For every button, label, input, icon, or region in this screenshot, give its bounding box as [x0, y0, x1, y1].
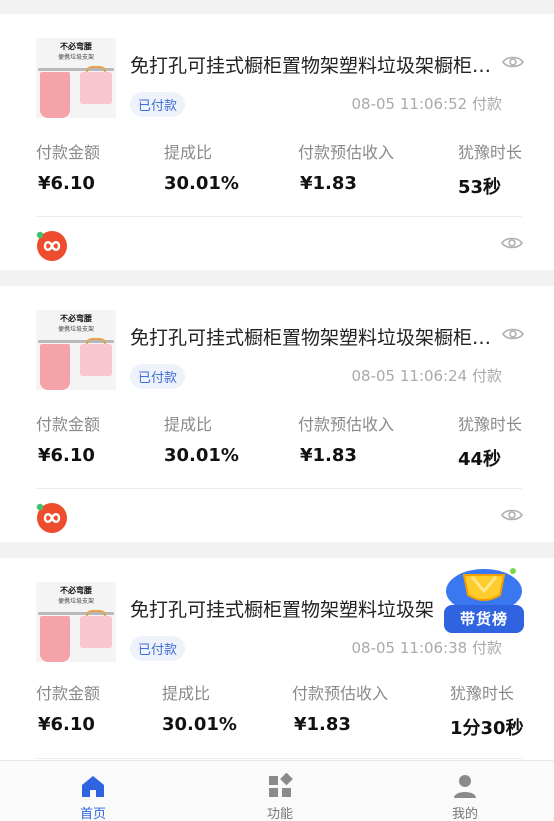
- product-title[interactable]: 免打孔可挂式橱柜置物架塑料垃圾架橱柜门挂式厨房垃圾袋支架: [130, 51, 498, 78]
- label-estimated-income: 付款预估收入: [298, 143, 395, 162]
- value-commission-rate: 30.01%: [162, 714, 237, 735]
- label-pay-amount: 付款金额: [36, 684, 101, 703]
- grid-icon: [269, 773, 293, 797]
- label-pay-amount: 付款金额: [36, 415, 101, 434]
- tab-mine-label: 我的: [451, 807, 478, 821]
- product-title[interactable]: 免打孔可挂式橱柜置物架塑料垃圾架: [130, 595, 470, 622]
- thumb-bag: [40, 344, 70, 390]
- top-strip: [0, 0, 554, 14]
- label-estimated-income: 付款预估收入: [298, 415, 395, 434]
- status-badge: 已付款: [130, 636, 186, 661]
- app-logo-icon[interactable]: [36, 230, 68, 262]
- label-pay-amount: 付款金额: [36, 143, 101, 162]
- trophy-icon: [446, 568, 522, 611]
- thumb-subcaption: 便携垃圾支架: [57, 54, 94, 61]
- label-hesitation-time: 犹豫时长: [458, 415, 523, 434]
- value-estimated-income: ¥1.83: [294, 714, 351, 735]
- value-pay-amount: ¥6.10: [38, 173, 95, 194]
- value-commission-rate: 30.01%: [164, 445, 239, 466]
- sales-ranking-floating-button[interactable]: 带货榜: [442, 561, 526, 639]
- divider: [36, 758, 522, 759]
- value-hesitation-time: 1分30秒: [450, 718, 524, 739]
- thumb-subcaption: 便携垃圾支架: [57, 326, 94, 333]
- divider: [36, 216, 522, 217]
- thumb-bag: [80, 72, 112, 104]
- value-hesitation-time: 53秒: [458, 177, 502, 198]
- product-thumbnail[interactable]: 不必弯腰 便携垃圾支架: [36, 310, 116, 390]
- label-hesitation-time: 犹豫时长: [450, 684, 515, 703]
- pay-time: 08-05 11:06:52 付款: [351, 95, 503, 113]
- thumb-bag: [40, 72, 70, 118]
- value-estimated-income: ¥1.83: [300, 173, 357, 194]
- thumb-bag: [40, 616, 70, 662]
- status-badge: 已付款: [130, 364, 186, 389]
- bottom-tab-bar: 首页 功能 我的: [0, 760, 554, 821]
- product-title[interactable]: 免打孔可挂式橱柜置物架塑料垃圾架橱柜门挂式厨房垃圾袋支架: [130, 323, 498, 350]
- thumb-bag: [80, 616, 112, 648]
- user-icon: [454, 775, 476, 798]
- label-estimated-income: 付款预估收入: [292, 684, 389, 703]
- thumb-bag: [80, 344, 112, 376]
- divider: [36, 488, 522, 489]
- home-icon: [82, 776, 104, 797]
- thumb-caption: 不必弯腰: [60, 586, 92, 595]
- tab-home-label: 首页: [79, 807, 106, 821]
- thumb-caption: 不必弯腰: [60, 314, 92, 323]
- value-estimated-income: ¥1.83: [300, 445, 357, 466]
- thumb-caption: 不必弯腰: [60, 42, 92, 51]
- eye-icon[interactable]: [501, 508, 523, 522]
- status-badge: 已付款: [130, 92, 186, 117]
- tab-home[interactable]: 首页: [53, 767, 133, 821]
- value-commission-rate: 30.01%: [164, 173, 239, 194]
- product-thumbnail[interactable]: 不必弯腰 便携垃圾支架: [36, 582, 116, 662]
- tab-functions-label: 功能: [266, 807, 293, 821]
- value-pay-amount: ¥6.10: [38, 714, 95, 735]
- value-pay-amount: ¥6.10: [38, 445, 95, 466]
- label-commission-rate: 提成比: [162, 684, 211, 703]
- label-commission-rate: 提成比: [164, 415, 213, 434]
- eye-icon[interactable]: [502, 327, 524, 341]
- eye-icon[interactable]: [501, 236, 523, 250]
- app-logo-icon[interactable]: [36, 502, 68, 534]
- tab-functions[interactable]: 功能: [240, 767, 320, 821]
- order-card[interactable]: 不必弯腰 便携垃圾支架 免打孔可挂式橱柜置物架塑料垃圾架橱柜门挂式厨房垃圾袋支架…: [0, 286, 554, 542]
- thumb-subcaption: 便携垃圾支架: [57, 598, 94, 605]
- value-hesitation-time: 44秒: [458, 449, 502, 470]
- product-thumbnail[interactable]: 不必弯腰 便携垃圾支架: [36, 38, 116, 118]
- order-card[interactable]: 不必弯腰 便携垃圾支架 免打孔可挂式橱柜置物架塑料垃圾架橱柜门挂式厨房垃圾袋支架…: [0, 14, 554, 270]
- label-commission-rate: 提成比: [164, 143, 213, 162]
- tab-mine[interactable]: 我的: [425, 767, 505, 821]
- pay-time: 08-05 11:06:24 付款: [351, 367, 503, 385]
- pay-time: 08-05 11:06:38 付款: [351, 639, 503, 657]
- label-hesitation-time: 犹豫时长: [458, 143, 523, 162]
- sales-ranking-label: 带货榜: [444, 605, 524, 633]
- eye-icon[interactable]: [502, 55, 524, 69]
